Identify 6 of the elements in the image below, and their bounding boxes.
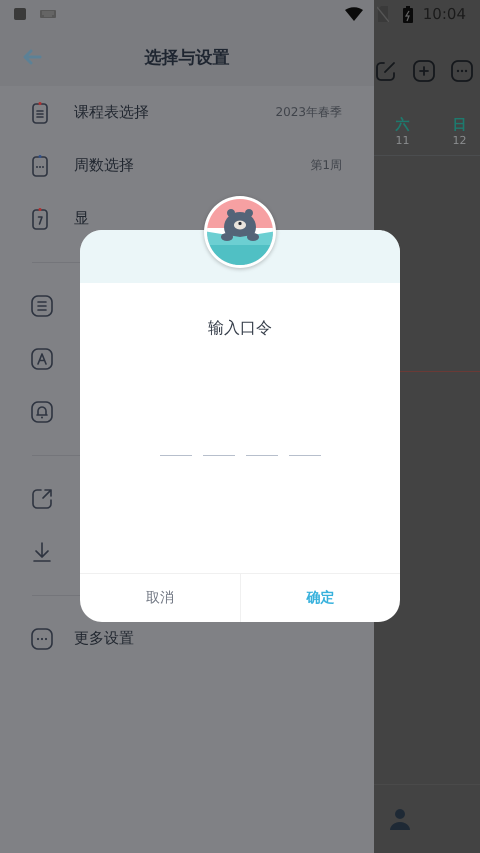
day-date: 12	[452, 134, 466, 147]
dialog-title: 输入口令	[208, 318, 272, 339]
item-value: 第1周	[310, 157, 342, 174]
item-value: 2023年春季	[275, 104, 342, 121]
day-date: 11	[396, 134, 410, 147]
drawer-title: 选择与设置	[144, 46, 230, 68]
